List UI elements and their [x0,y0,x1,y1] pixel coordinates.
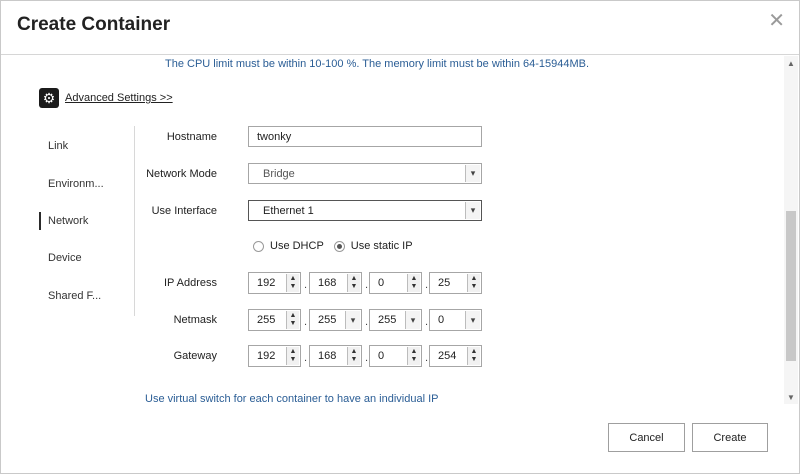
spinner-icon[interactable]: ▲ ▼ [347,347,360,365]
advanced-settings-link[interactable]: Advanced Settings >> [65,92,173,104]
create-button[interactable]: Create [692,423,768,452]
cancel-button[interactable]: Cancel [608,423,685,452]
network-mode-select[interactable]: Bridge ▾ [248,163,482,184]
network-mode-label: Network Mode [146,168,217,180]
hostname-input[interactable]: twonky [248,126,482,147]
spinner-icon[interactable]: ▲ ▼ [286,347,299,365]
gear-icon: ⚙ [39,88,59,108]
use-interface-value: Ethernet 1 [263,205,314,217]
chevron-down-icon: ▾ [465,202,480,219]
spinner-icon[interactable]: ▲ ▼ [467,274,480,292]
close-icon[interactable]: ✕ [768,11,785,31]
chevron-down-icon[interactable]: ▾ [345,311,360,329]
ip-octet-4[interactable]: 25 ▲ ▼ [429,272,482,294]
netmask-octet-3[interactable]: 255 ▾ [369,309,422,331]
scroll-up-icon[interactable]: ▲ [784,56,798,70]
sidebar-item-environment[interactable]: Environm... [48,178,104,190]
hostname-label: Hostname [166,131,217,143]
spinner-icon[interactable]: ▲ ▼ [347,274,360,292]
spinner-icon[interactable]: ▲ ▼ [407,274,420,292]
ip-octet-2[interactable]: 168 ▲ ▼ [309,272,362,294]
dhcp-radio[interactable] [253,240,264,252]
sidebar-item-network[interactable]: Network [38,212,88,230]
network-mode-value: Bridge [263,168,295,180]
spinner-icon[interactable]: ▲ ▼ [407,347,420,365]
spinner-icon[interactable]: ▲ ▼ [286,311,299,329]
hostname-value: twonky [257,131,292,143]
gateway-octet-2[interactable]: 168 ▲ ▼ [309,345,362,367]
dialog-title: Create Container [17,14,171,35]
sidebar-item-shared-folders[interactable]: Shared F... [48,290,101,302]
ip-octet-1[interactable]: 192 ▲ ▼ [248,272,301,294]
ip-mode-radio-group: Use DHCP Use static IP [253,240,413,252]
netmask-octet-1[interactable]: 255 ▲ ▼ [248,309,301,331]
netmask-label: Netmask [173,314,217,326]
ip-octet-3[interactable]: 0 ▲ ▼ [369,272,422,294]
netmask-octet-4[interactable]: 0 ▾ [429,309,482,331]
chevron-down-icon[interactable]: ▾ [405,311,420,329]
resource-limit-note: The CPU limit must be within 10-100 %. T… [165,58,590,70]
dhcp-label: Use DHCP [270,240,324,252]
gateway-octet-3[interactable]: 0 ▲ ▼ [369,345,422,367]
chevron-down-icon: ▾ [465,165,480,182]
spinner-icon[interactable]: ▲ ▼ [467,347,480,365]
create-container-dialog: Create Container ✕ The CPU limit must be… [0,0,800,474]
virtual-switch-note: Use virtual switch for each container to… [145,393,439,405]
ip-address-label: IP Address [164,277,217,289]
static-ip-label: Use static IP [350,240,413,252]
use-interface-select[interactable]: Ethernet 1 ▾ [248,200,482,221]
spinner-icon[interactable]: ▲ ▼ [286,274,299,292]
static-ip-radio[interactable] [333,240,345,252]
header-divider [1,54,799,55]
gateway-octet-4[interactable]: 254 ▲ ▼ [429,345,482,367]
netmask-octet-2[interactable]: 255 ▾ [309,309,362,331]
scroll-down-icon[interactable]: ▼ [784,390,798,404]
gateway-label: Gateway [173,350,217,362]
advanced-settings: ⚙ Advanced Settings >> [39,88,173,108]
use-interface-label: Use Interface [151,205,217,217]
scrollbar-thumb[interactable] [786,211,796,361]
sidebar-item-device[interactable]: Device [48,252,82,264]
sidebar-item-link[interactable]: Link [48,140,68,152]
chevron-down-icon[interactable]: ▾ [465,311,480,329]
vertical-scrollbar[interactable]: ▲ ▼ [784,56,798,404]
gateway-octet-1[interactable]: 192 ▲ ▼ [248,345,301,367]
